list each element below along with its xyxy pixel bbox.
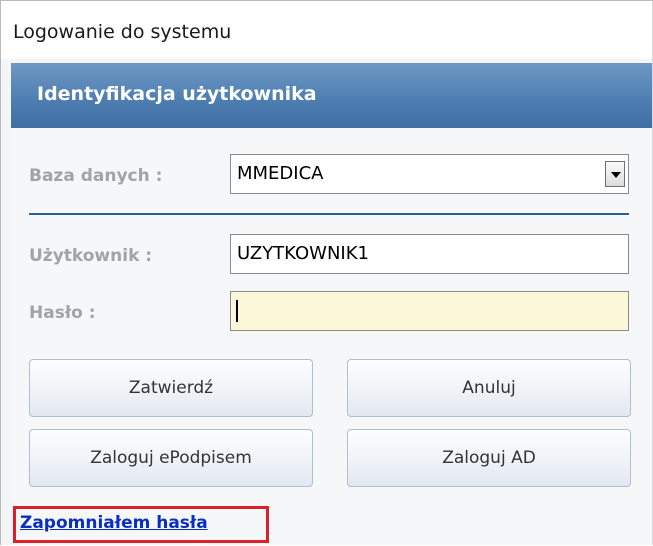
- password-input[interactable]: [230, 291, 629, 331]
- forgot-password-link[interactable]: Zapomniałem hasła: [20, 513, 208, 533]
- login-esignature-button[interactable]: Zaloguj ePodpisem: [29, 429, 313, 487]
- cancel-button[interactable]: Anuluj: [347, 359, 631, 417]
- login-window: Logowanie do systemu Identyfikacja użytk…: [0, 0, 653, 545]
- password-label: Hasło :: [29, 303, 96, 323]
- user-label: Użytkownik :: [29, 246, 153, 266]
- user-input[interactable]: UZYTKOWNIK1: [230, 234, 629, 274]
- section-divider: [29, 213, 629, 215]
- confirm-button[interactable]: Zatwierdź: [29, 359, 313, 417]
- highlight-box: Zapomniałem hasła: [13, 506, 269, 543]
- database-label: Baza danych :: [29, 166, 163, 186]
- login-ad-button[interactable]: Zaloguj AD: [347, 429, 631, 487]
- header-title: Identyfikacja użytkownika: [37, 83, 317, 105]
- database-select[interactable]: MMEDICA: [230, 154, 629, 194]
- text-caret: [236, 300, 238, 322]
- header-band: Identyfikacja użytkownika: [11, 63, 652, 128]
- database-select-value: MMEDICA: [237, 163, 324, 184]
- window-title: Logowanie do systemu: [13, 21, 232, 43]
- title-bar: Logowanie do systemu: [1, 1, 652, 59]
- chevron-down-icon[interactable]: [605, 161, 625, 187]
- user-input-value: UZYTKOWNIK1: [237, 243, 369, 264]
